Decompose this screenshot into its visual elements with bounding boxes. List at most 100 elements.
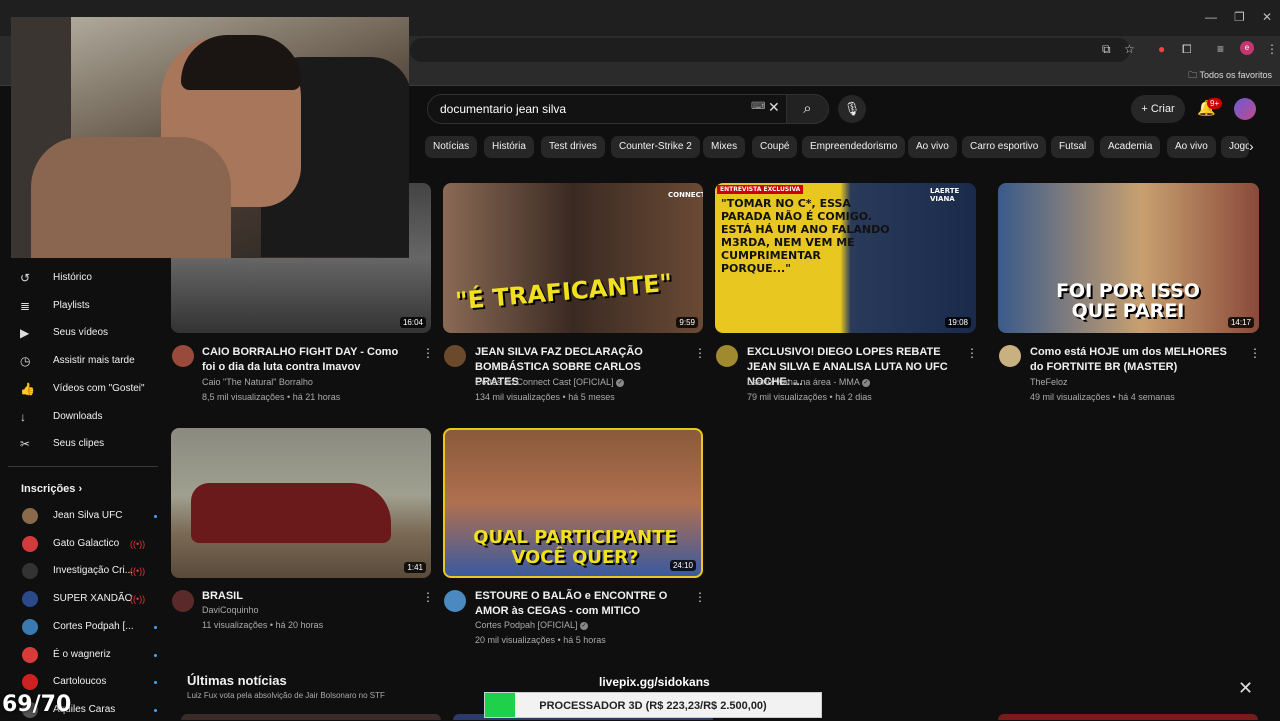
video-title[interactable]: ESTOURE O BALÃO e ENCONTRE O AMOR às CEG…: [475, 589, 685, 619]
video-thumbnail[interactable]: 1:41: [171, 428, 431, 578]
channel-avatar: [22, 674, 38, 691]
subscription-label: Cartoloucos: [53, 676, 107, 688]
sidebar-item-clip[interactable]: ✂ Seus clipes: [20, 433, 160, 455]
verified-icon: ✓: [580, 621, 589, 630]
subscription-item[interactable]: Jean Silva UFC: [20, 505, 160, 527]
more-options-icon[interactable]: ⋮: [422, 346, 434, 360]
channel-avatar[interactable]: [172, 345, 194, 367]
media-control-icon[interactable]: ≡: [1217, 42, 1224, 56]
sidebar-item-watch-later[interactable]: ◷ Assistir mais tarde: [20, 350, 160, 372]
filter-chip[interactable]: Counter-Strike 2: [611, 136, 700, 158]
account-avatar[interactable]: [1234, 98, 1256, 120]
filter-chip[interactable]: Empreendedorismo: [802, 136, 906, 158]
more-options-icon[interactable]: ⋮: [966, 346, 978, 360]
more-options-icon[interactable]: ⋮: [694, 346, 706, 360]
new-content-dot: [154, 681, 157, 685]
thumbnail-caption: QUAL PARTICIPANTE VOCÊ QUER?: [473, 527, 677, 568]
search-button[interactable]: ⌕: [787, 94, 829, 124]
all-bookmarks-link[interactable]: 🗀 Todos os favoritos: [1188, 68, 1272, 84]
profile-avatar[interactable]: e: [1240, 41, 1254, 55]
clear-search-icon[interactable]: ✕: [768, 99, 780, 116]
filter-chip[interactable]: Ao vivo: [1167, 136, 1216, 158]
sidebar-item-label: Histórico: [53, 272, 92, 283]
subscription-label: É o wagneriz: [53, 648, 111, 660]
filter-chip[interactable]: Test drives: [541, 136, 605, 158]
sidebar-item-playlist[interactable]: ≣ Playlists: [20, 295, 160, 317]
extension-icon[interactable]: ●: [1158, 42, 1165, 56]
video-stats: 79 mil visualizações • há 2 dias: [747, 392, 872, 402]
video-thumbnail[interactable]: QUAL PARTICIPANTE VOCÊ QUER? 24:10: [443, 428, 703, 578]
channel-name[interactable]: Caio "The Natural" Borralho: [202, 377, 313, 387]
search-input[interactable]: documentario jean silva ⌨ ✕: [427, 94, 787, 124]
channel-avatar[interactable]: [444, 345, 466, 367]
more-options-icon[interactable]: ⋮: [422, 590, 434, 604]
news-shelf-subtitle: Luiz Fux vota pela absolvição de Jair Bo…: [187, 691, 385, 700]
filter-chip[interactable]: Mixes: [703, 136, 746, 158]
news-thumbnail[interactable]: [998, 714, 1258, 720]
subscription-item[interactable]: Cartoloucos: [20, 671, 160, 693]
filter-chip[interactable]: História: [484, 136, 534, 158]
keyboard-icon[interactable]: ⌨: [751, 101, 765, 112]
live-icon: ((•)): [130, 538, 146, 549]
url-field[interactable]: [410, 38, 1130, 62]
video-title[interactable]: BRASIL: [202, 589, 412, 604]
duration-badge: 14:17: [1227, 317, 1254, 328]
filter-chip[interactable]: Notícias: [425, 136, 478, 158]
channel-avatar: [22, 508, 38, 524]
close-news-icon[interactable]: ✕: [1238, 678, 1253, 699]
subscription-label: Investigação Cri...: [53, 565, 134, 577]
filter-chip[interactable]: Jogo: [1221, 136, 1249, 158]
filter-chip[interactable]: Academia: [1100, 136, 1161, 158]
maximize-icon[interactable]: ❐: [1234, 10, 1245, 24]
cast-icon[interactable]: ⧉: [1102, 42, 1111, 57]
subscription-item[interactable]: É o wagneriz: [20, 644, 160, 666]
channel-avatar[interactable]: [444, 590, 466, 612]
live-icon: ((•)): [130, 594, 146, 605]
duration-badge: 1:41: [404, 562, 426, 573]
video-stats: 49 mil visualizações • há 4 semanas: [1030, 392, 1175, 402]
channel-name[interactable]: Cortes Podpah [OFICIAL] ✓: [475, 620, 589, 630]
browser-menu-icon[interactable]: ⋮: [1266, 42, 1278, 56]
subscription-label: Jean Silva UFC: [53, 510, 123, 521]
channel-name[interactable]: TheFeloz: [1030, 377, 1068, 387]
bookmark-star-icon[interactable]: ☆: [1124, 42, 1135, 56]
filter-chip[interactable]: Futsal: [1051, 136, 1095, 158]
webcam-hair: [181, 35, 301, 90]
video-title[interactable]: CAIO BORRALHO FIGHT DAY - Como foi o dia…: [202, 345, 412, 375]
channel-name[interactable]: Laerte Viana na área - MMA ✓: [747, 377, 870, 387]
video-title[interactable]: Como está HOJE um dos MELHORES do FORTNI…: [1030, 345, 1240, 375]
subscription-item[interactable]: Cortes Podpah [...: [20, 616, 160, 638]
sidebar-item-download[interactable]: ↓ Downloads: [20, 406, 160, 428]
channel-avatar[interactable]: [999, 345, 1021, 367]
more-options-icon[interactable]: ⋮: [694, 590, 706, 604]
channel-avatar[interactable]: [716, 345, 738, 367]
subscription-item[interactable]: Investigação Cri... ((•)): [20, 560, 160, 582]
voice-search-button[interactable]: 🎙: [838, 95, 866, 123]
chevron-right-icon[interactable]: ›: [1249, 138, 1254, 154]
subscription-label: Cortes Podpah [...: [53, 620, 134, 632]
filter-chip[interactable]: Ao vivo: [908, 136, 957, 158]
thumbnail-brand: CONNECT: [668, 191, 703, 199]
channel-avatar[interactable]: [172, 590, 194, 612]
filter-chip[interactable]: Carro esportivo: [962, 136, 1047, 158]
minimize-icon[interactable]: —: [1205, 10, 1217, 24]
channel-name[interactable]: DaviCoquinho: [202, 605, 259, 615]
create-button[interactable]: + Criar: [1131, 95, 1185, 123]
close-window-icon[interactable]: ✕: [1262, 10, 1272, 24]
subscription-item[interactable]: SUPER XANDÃO ((•)): [20, 588, 160, 610]
news-thumbnail[interactable]: [181, 714, 441, 720]
sidebar-item-your-videos[interactable]: ▶ Seus vídeos: [20, 322, 160, 344]
extensions-puzzle-icon[interactable]: ⧠: [1182, 42, 1192, 57]
donation-goal-bar: PROCESSADOR 3D (R$ 223,23/R$ 2.500,00): [484, 692, 822, 718]
verified-icon: ✓: [616, 378, 625, 387]
video-thumbnail[interactable]: "É TRAFICANTE" CONNECT 9:59: [443, 183, 703, 333]
video-thumbnail[interactable]: ENTREVISTA EXCLUSIVA "TOMAR NO C*, ESSA …: [715, 183, 976, 333]
filter-chip[interactable]: Coupé: [752, 136, 798, 158]
video-thumbnail[interactable]: FOI POR ISSO QUE PAREI 14:17: [998, 183, 1259, 333]
sidebar-item-history[interactable]: ↺ Histórico: [20, 267, 160, 289]
more-options-icon[interactable]: ⋮: [1249, 346, 1261, 360]
subscription-item[interactable]: Gato Galactico ((•)): [20, 533, 160, 555]
sidebar-item-like[interactable]: 👍 Vídeos com "Gostei": [20, 378, 160, 400]
subscriptions-heading[interactable]: Inscrições ›: [21, 478, 161, 500]
channel-name[interactable]: Cortes do Connect Cast [OFICIAL] ✓: [475, 377, 625, 387]
